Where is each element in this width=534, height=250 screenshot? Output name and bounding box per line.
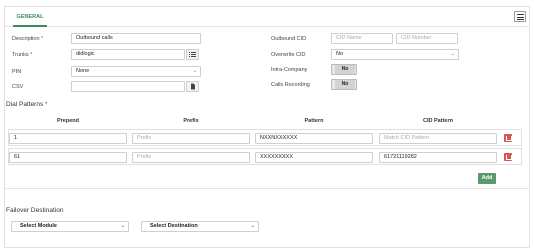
pin-label: PIN (12, 69, 22, 75)
pattern-input[interactable]: NXXNXXXXXX (255, 133, 373, 144)
list-icon[interactable] (186, 49, 199, 60)
trash-icon[interactable] (504, 153, 512, 161)
add-pattern-button[interactable]: Add (478, 173, 496, 184)
prefix-input[interactable]: Prefix (132, 152, 250, 163)
cid-name-input[interactable]: CID Name (331, 33, 393, 44)
csv-input[interactable] (71, 81, 185, 92)
file-icon[interactable] (186, 81, 199, 92)
trunks-input[interactable]: didlogic (71, 49, 185, 60)
csv-label: CSV (12, 84, 24, 90)
chevron-down-icon: ⌄ (192, 68, 197, 74)
cid-pattern-input[interactable]: Match CID Pattern (379, 133, 497, 144)
overwrite-cid-value: No (336, 51, 344, 57)
pattern-input[interactable]: XXXXXXXXX (255, 152, 373, 163)
dial-patterns-title: Dial Patterns * (6, 101, 48, 108)
list-menu-icon[interactable] (514, 11, 526, 22)
trunks-label: Trunks * (12, 52, 33, 58)
description-label: Description * (12, 36, 44, 42)
intra-company-toggle[interactable]: No (331, 64, 357, 75)
prepend-input[interactable]: 1 (9, 133, 127, 144)
calls-recording-value: No (335, 80, 355, 89)
select-destination-value: Select Destination (150, 223, 198, 229)
intra-company-value: No (335, 65, 355, 74)
column-header-pattern: Pattern (304, 118, 324, 124)
description-input[interactable]: Outbound calls (71, 33, 201, 44)
tab-general[interactable]: GENERAL (13, 9, 47, 27)
pin-value: None (76, 68, 90, 74)
cid-number-input[interactable]: CID Number (396, 33, 458, 44)
select-module-value: Select Module (20, 223, 57, 229)
calls-recording-toggle[interactable]: No (331, 79, 357, 90)
pin-select[interactable]: None ⌄ (71, 66, 201, 77)
trash-icon[interactable] (504, 134, 512, 142)
chevron-down-icon: ⌄ (450, 51, 455, 57)
tab-bar: GENERAL (5, 7, 529, 27)
intra-company-label: Intra-Company (271, 67, 308, 73)
prefix-input[interactable]: Prefix (132, 133, 250, 144)
select-destination-dropdown[interactable]: Select Destination ⌄ (141, 221, 259, 232)
select-module-dropdown[interactable]: Select Module ⌄ (11, 221, 129, 232)
cid-pattern-input[interactable]: 61721119282 (379, 152, 497, 163)
column-header-prefix: Prefix (183, 118, 199, 124)
divider (4, 188, 530, 189)
chevron-down-icon: ⌄ (250, 223, 255, 229)
overwrite-cid-select[interactable]: No ⌄ (331, 49, 459, 60)
failover-destination-title: Failover Destination (6, 207, 64, 214)
outbound-cid-label: Outbound CID (271, 36, 307, 42)
overwrite-cid-label: Overwrite CID (271, 52, 306, 58)
column-header-prepend: Prepend (56, 118, 79, 124)
prepend-input[interactable]: 61 (9, 152, 127, 163)
chevron-down-icon: ⌄ (120, 223, 125, 229)
column-header-cid-pattern: CID Pattern (423, 118, 453, 124)
calls-recording-label: Calls Recording (271, 82, 310, 88)
